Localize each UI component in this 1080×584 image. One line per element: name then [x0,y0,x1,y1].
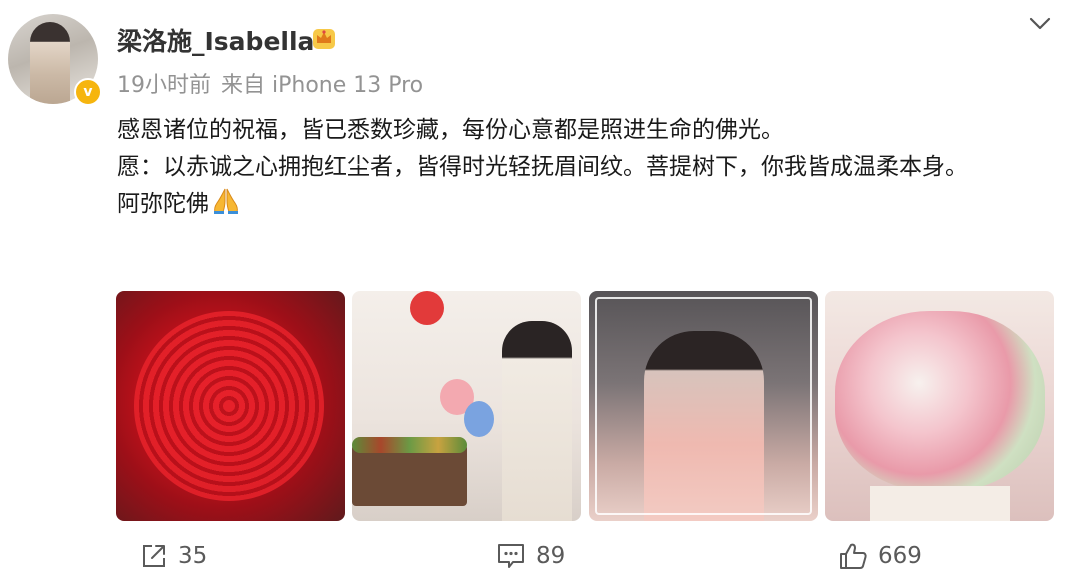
cake-cutting-photo[interactable] [352,291,581,521]
roses-shape [134,311,324,501]
comment-icon [498,544,524,568]
balloon-shape [464,401,494,437]
author-name[interactable]: 梁洛施_Isabella [117,22,314,58]
comment-count: 89 [536,543,566,569]
post-text-closing: 阿弥陀佛 [117,191,209,217]
person-shape [502,321,572,521]
photo-frame [595,297,812,515]
bouquet-shape [835,311,1045,491]
red-roses-bouquet-photo[interactable] [116,291,345,521]
crown-icon [313,29,335,49]
post-text-line: 感恩诸位的祝福，皆已悉数珍藏，每份心意都是照进生命的佛光。 [117,117,784,143]
folded-hands-icon [214,188,238,214]
thumbs-up-icon [840,543,867,569]
share-icon [143,545,165,567]
post-source: 来自 iPhone 13 Pro [221,73,424,98]
like-button[interactable]: 669 [838,537,922,575]
share-count: 35 [178,543,208,569]
chevron-down-icon[interactable] [1027,10,1053,36]
post-time[interactable]: 19小时前 [117,73,211,98]
post-meta: 19小时前 来自 iPhone 13 Pro [117,67,423,99]
birthday-group-photo[interactable] [589,291,818,521]
post-text-line: 阿弥陀佛 [117,186,1042,223]
post-text: 感恩诸位的祝福，皆已悉数珍藏，每份心意都是照进生命的佛光。 愿：以赤诚之心拥抱红… [117,112,1042,223]
post-text-line: 愿：以赤诚之心拥抱红尘者，皆得时光轻抚眉间纹。菩提树下，你我皆成温柔本身。 [117,154,968,180]
pink-flower-box-photo[interactable] [825,291,1054,521]
comment-button[interactable]: 89 [496,537,565,575]
verified-v-icon: v [74,78,102,106]
flower-box-shape [870,486,1010,521]
like-count: 669 [878,543,922,569]
balloon-shape [410,291,444,325]
avatar-figure [30,22,70,104]
share-button[interactable]: 35 [140,537,207,575]
cake-topping-shape [352,437,467,453]
